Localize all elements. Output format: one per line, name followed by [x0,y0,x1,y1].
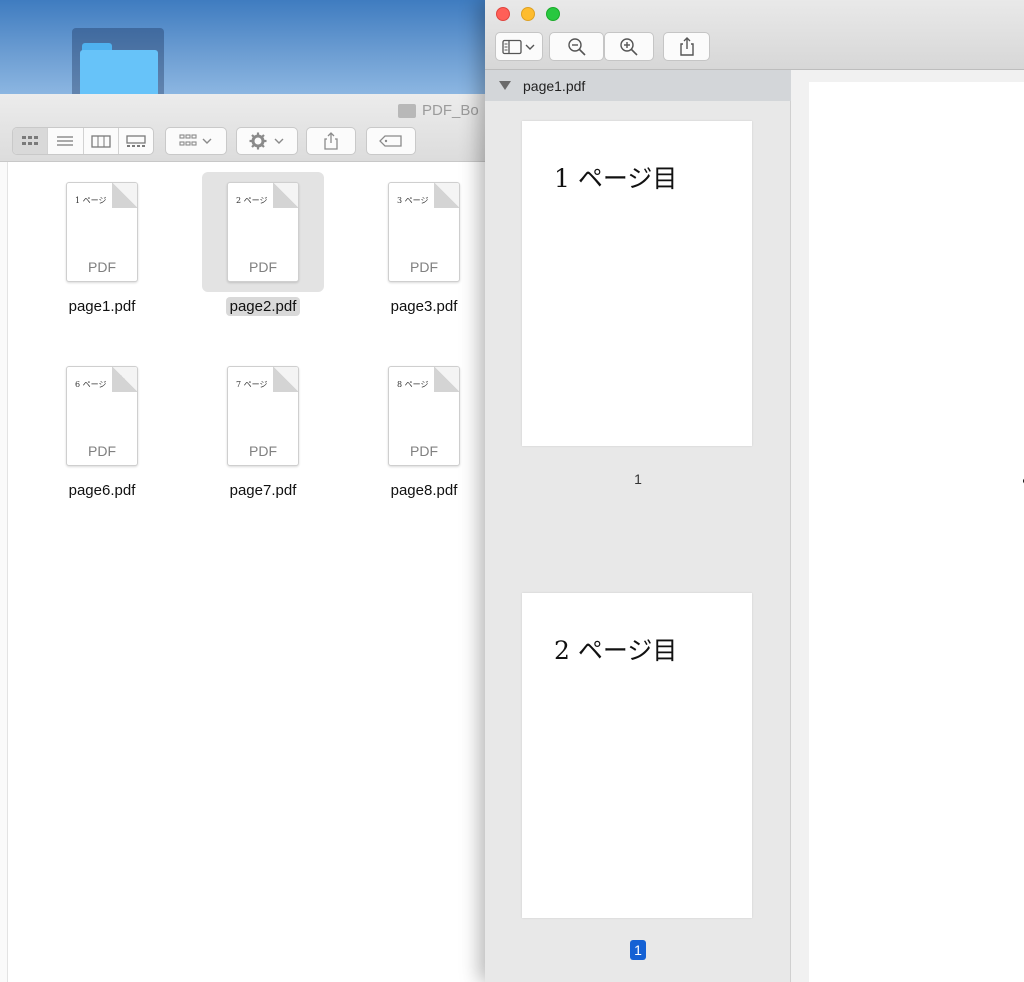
file-type-label: PDF [249,259,277,275]
list-view-icon [57,136,74,146]
preview-toolbar [485,0,1024,70]
page-number-current: 1 [485,940,791,960]
file-type-label: PDF [88,443,116,459]
file-name[interactable]: page3.pdf [363,298,485,315]
action-button[interactable] [236,127,298,155]
share-icon [324,132,338,150]
gallery-view-button[interactable] [119,128,153,154]
file-item[interactable]: 6 ページ PDF page6.pdf [41,356,163,516]
file-name[interactable]: page8.pdf [363,482,485,499]
file-item-selected[interactable]: 2 ページ PDF page2.pdf [202,172,324,332]
preview-window: page1.pdf 1 ページ目 1 2 ページ目 1 [485,0,1024,982]
page-fold [112,183,137,208]
pdf-document-icon: 3 ページ PDF [388,182,460,282]
file-name-text: page3.pdf [390,298,458,315]
sidebar-toggle-button[interactable] [495,32,543,61]
file-name[interactable]: page7.pdf [202,482,324,499]
group-icon [179,134,212,146]
pdf-document-icon: 1 ページ PDF [66,182,138,282]
thumbnail-text: 8 ページ [397,380,429,389]
icon-view-icon [22,136,39,145]
finder-title: PDF_Bo [398,102,479,119]
file-name[interactable]: page1.pdf [41,298,163,315]
file-type-label: PDF [410,443,438,459]
file-name-text: page8.pdf [390,482,458,499]
disclosure-triangle-icon[interactable] [499,81,511,90]
sidebar-icon [502,39,535,54]
document-header[interactable]: page1.pdf [485,70,791,101]
thumbnail-heading: 2 ページ目 [554,636,678,665]
close-button[interactable] [496,7,510,21]
file-name[interactable]: page2.pdf [202,297,324,316]
document-view[interactable] [791,70,1024,982]
zoom-button[interactable] [546,7,560,21]
page-fold [273,183,298,208]
file-item[interactable]: 8 ページ PDF page8.pdf [363,356,485,516]
sidebar-edge [0,162,8,982]
zoom-in-button[interactable] [604,32,654,61]
file-item[interactable]: 1 ページ PDF page1.pdf [41,172,163,332]
thumbnail-text: 6 ページ [75,380,107,389]
thumbnail-text: 3 ページ [397,196,429,205]
icon-view-button[interactable] [13,128,49,154]
file-name-text: page6.pdf [68,482,136,499]
thumbnail-text: 2 ページ [236,196,268,205]
share-button[interactable] [306,127,356,155]
file-item[interactable]: 7 ページ PDF page7.pdf [202,356,324,516]
minimize-button[interactable] [521,7,535,21]
file-type-label: PDF [88,259,116,275]
column-view-icon [90,134,111,148]
share-icon [679,37,694,56]
page-number-text: 1 [634,471,642,487]
zoom-out-button[interactable] [549,32,604,61]
finder-toolbar: PDF_Bo [0,94,490,162]
file-name-text: page7.pdf [229,482,297,499]
thumbnail-heading: 1 ページ目 [554,164,678,193]
gallery-view-icon [126,134,146,147]
folder-body [80,50,158,98]
thumbnail-text: 7 ページ [236,380,268,389]
file-grid: 1 ページ PDF page1.pdf 2 ページ PDF page2.pdf … [0,162,490,982]
share-button[interactable] [663,32,710,61]
finder-window: PDF_Bo 1 ページ PDF page1.pdf 2 ページ PDF pag… [0,94,490,982]
zoom-in-icon [620,37,638,56]
pdf-document-icon: 6 ページ PDF [66,366,138,466]
file-name[interactable]: page6.pdf [41,482,163,499]
tag-icon [379,135,402,147]
group-button[interactable] [165,127,227,155]
file-name-text: page1.pdf [68,298,136,315]
pdf-document-icon: 7 ページ PDF [227,366,299,466]
thumbnail-sidebar: page1.pdf 1 ページ目 1 2 ページ目 1 [485,70,791,982]
file-name-text: page2.pdf [225,297,301,316]
file-type-label: PDF [410,259,438,275]
page-thumbnail[interactable]: 1 ページ目 [522,121,752,446]
page-fold [434,183,459,208]
tag-button[interactable] [366,127,416,155]
page-thumbnail[interactable]: 2 ページ目 [522,593,752,918]
finder-title-text: PDF_Bo [422,102,479,119]
file-item[interactable]: 3 ページ PDF page3.pdf [363,172,485,332]
gear-icon [249,132,284,150]
page-number-text: 1 [630,940,646,960]
folder-icon [398,103,416,118]
zoom-out-icon [567,37,586,56]
pdf-document-icon: 2 ページ PDF [227,182,299,282]
column-view-button[interactable] [84,128,119,154]
view-mode-control[interactable] [12,127,154,155]
page-fold [112,367,137,392]
thumbnail-text: 1 ページ [75,196,107,205]
page-number: 1 [485,471,791,487]
document-page [809,82,1024,982]
document-name: page1.pdf [523,77,586,94]
page-fold [434,367,459,392]
pdf-document-icon: 8 ページ PDF [388,366,460,466]
file-type-label: PDF [249,443,277,459]
folder-icon[interactable] [72,28,164,98]
list-view-button[interactable] [48,128,84,154]
page-fold [273,367,298,392]
